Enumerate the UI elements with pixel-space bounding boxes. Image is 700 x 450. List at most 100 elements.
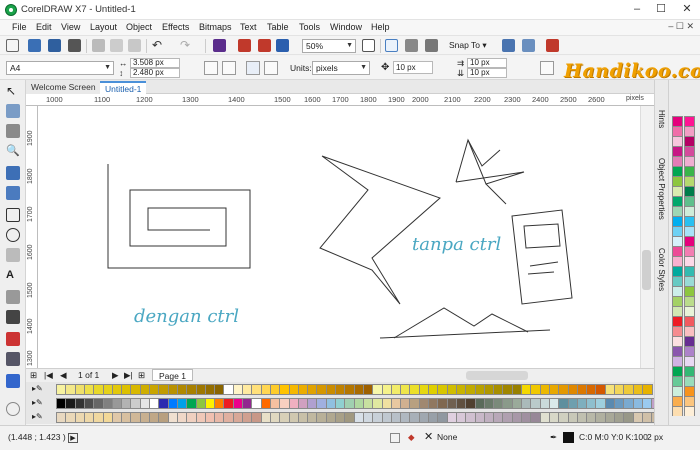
pick-tool-icon[interactable]: ↖: [6, 84, 20, 98]
page-height-value: 2.480 px: [133, 68, 164, 77]
menu-table[interactable]: Table: [267, 22, 289, 32]
application-launcher-icon[interactable]: [522, 39, 535, 52]
menu-text[interactable]: Text: [240, 22, 257, 32]
crop-tool-icon[interactable]: [6, 124, 20, 138]
units-select[interactable]: pixels ▼: [312, 61, 370, 75]
show-rulers-icon[interactable]: [385, 39, 398, 52]
search-content-icon[interactable]: [213, 39, 226, 52]
zoom-combo[interactable]: 50% ▼: [302, 39, 356, 53]
menu-layout[interactable]: Layout: [90, 22, 117, 32]
shape-tool-icon[interactable]: [6, 104, 20, 118]
vertical-scrollbar[interactable]: [640, 106, 654, 368]
menu-view[interactable]: View: [61, 22, 80, 32]
landscape-button[interactable]: [222, 61, 236, 75]
redo-icon[interactable]: ↷: [180, 39, 193, 52]
document-line-1: [529, 261, 559, 267]
interactive-fill-tool-icon[interactable]: [6, 332, 20, 346]
previous-page-icon[interactable]: ◀: [60, 370, 67, 381]
page-tab[interactable]: Page 1: [152, 369, 193, 381]
drawing-canvas[interactable]: dengan ctrl tanpa ctrl: [38, 106, 640, 368]
publish-pdf-icon[interactable]: [276, 39, 289, 52]
snap-to-dropdown[interactable]: Snap To ▾: [449, 40, 487, 51]
eyedropper-tool-icon[interactable]: [6, 352, 20, 366]
duplicate-x-field[interactable]: 10 px: [467, 58, 507, 68]
maximize-button[interactable]: ☐: [650, 0, 672, 20]
full-screen-preview-icon[interactable]: [362, 39, 375, 52]
menu-object[interactable]: Object: [126, 22, 152, 32]
minimize-button[interactable]: –: [626, 0, 648, 20]
palette-menu-icon[interactable]: ▸✎: [32, 398, 43, 407]
ellipse-tool-icon[interactable]: [6, 228, 20, 242]
horizontal-scrollbar-thumb[interactable]: [466, 371, 528, 380]
page-size-select[interactable]: A4 ▼: [6, 61, 114, 75]
open-icon[interactable]: [28, 39, 41, 52]
label-tanpa-ctrl: tanpa ctrl: [412, 234, 502, 255]
treat-as-filled-button[interactable]: [540, 61, 554, 75]
separator: [146, 39, 147, 53]
save-icon[interactable]: [48, 39, 61, 52]
ruler-tick-label: 1500: [274, 95, 291, 104]
last-page-icon[interactable]: ▶|: [124, 370, 133, 381]
duplicate-y-field[interactable]: 10 px: [467, 68, 507, 78]
color-swatch[interactable]: [684, 406, 695, 416]
export-icon[interactable]: [258, 39, 271, 52]
import-icon[interactable]: [238, 39, 251, 52]
cut-icon[interactable]: [92, 39, 105, 52]
rectangle-tool-icon[interactable]: [6, 208, 20, 222]
fill-tool-icon[interactable]: [6, 374, 20, 388]
ruler-tick-label: 1900: [27, 130, 34, 146]
zoom-level: 50%: [306, 41, 324, 51]
next-page-icon[interactable]: ▶: [112, 370, 119, 381]
connector-tool-icon[interactable]: [6, 310, 20, 324]
polygon-tool-icon[interactable]: [6, 248, 20, 262]
prev-page-first-icon[interactable]: |◀: [44, 370, 53, 381]
close-button[interactable]: ✕: [676, 0, 698, 20]
menu-edit[interactable]: Edit: [36, 22, 52, 32]
new-document-icon[interactable]: [6, 39, 19, 52]
portrait-button[interactable]: [204, 61, 218, 75]
page-height-field[interactable]: 2.480 px: [130, 68, 180, 78]
show-grid-icon[interactable]: [405, 39, 418, 52]
options-icon[interactable]: [502, 39, 515, 52]
current-page-button[interactable]: [264, 61, 278, 75]
menu-file[interactable]: File: [12, 22, 27, 32]
horizontal-ruler[interactable]: 1000 1100 1200 1300 1400 1500 1600 1700 …: [26, 94, 654, 106]
vertical-scrollbar-thumb[interactable]: [642, 250, 651, 290]
print-icon[interactable]: [68, 39, 81, 52]
text-tool-icon[interactable]: A: [6, 268, 20, 282]
nudge-distance-field[interactable]: 10 px: [393, 61, 433, 74]
menu-bitmaps[interactable]: Bitmaps: [199, 22, 232, 32]
palette-menu-icon[interactable]: ▸✎: [32, 412, 43, 421]
menu-effects[interactable]: Effects: [162, 22, 189, 32]
color-swatch[interactable]: [672, 406, 683, 416]
copy-icon[interactable]: [110, 39, 123, 52]
vertical-ruler[interactable]: 1900 1800 1700 1600 1500 1400 1300: [26, 106, 38, 368]
toolbox-options-icon[interactable]: [6, 402, 20, 416]
freehand-tool-icon[interactable]: [6, 166, 20, 180]
outline-color-value: C:0 M:0 Y:0 K:100: [579, 432, 648, 442]
parallel-dimension-tool-icon[interactable]: [6, 290, 20, 304]
artistic-media-tool-icon[interactable]: [6, 186, 20, 200]
docker-tab-color-styles[interactable]: Color Styles: [657, 248, 666, 291]
menu-window[interactable]: Window: [330, 22, 362, 32]
ruler-tick-label: 1700: [27, 206, 34, 222]
menu-help[interactable]: Help: [371, 22, 390, 32]
first-page-icon[interactable]: ⊞: [30, 370, 37, 381]
undo-icon[interactable]: ↶: [152, 39, 165, 52]
paste-icon[interactable]: [128, 39, 141, 52]
docker-tab-hints[interactable]: Hints: [657, 110, 666, 128]
tab-welcome-screen[interactable]: Welcome Screen: [26, 81, 101, 94]
menu-tools[interactable]: Tools: [299, 22, 320, 32]
page-width-field[interactable]: 3.508 px: [130, 58, 180, 68]
play-icon[interactable]: ▶: [68, 433, 78, 443]
docker-tab-object-properties[interactable]: Object Properties: [657, 158, 666, 220]
add-page-icon[interactable]: ⊞: [138, 370, 145, 381]
palette-menu-icon[interactable]: ▸✎: [32, 384, 43, 393]
show-guidelines-icon[interactable]: [425, 39, 438, 52]
color-swatch[interactable]: [641, 384, 653, 395]
all-pages-button[interactable]: [246, 61, 260, 75]
document-window-controls[interactable]: – ☐ ✕: [668, 21, 694, 32]
tab-document[interactable]: Untitled-1: [100, 81, 147, 94]
welcome-screen-icon[interactable]: [546, 39, 559, 52]
zoom-tool-icon[interactable]: 🔍: [6, 144, 20, 158]
